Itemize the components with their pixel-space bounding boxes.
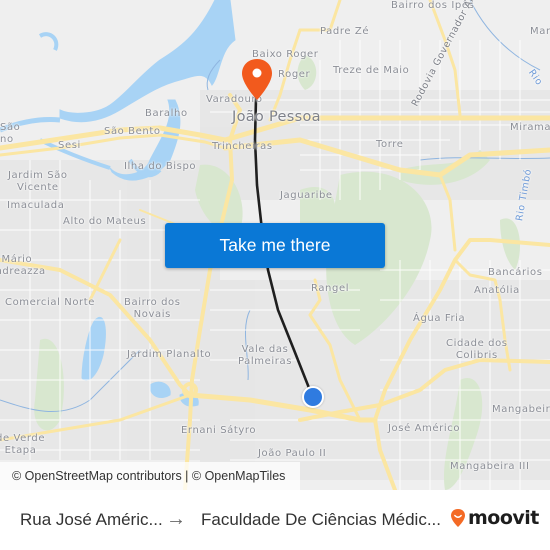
map-label-roger: Roger (278, 69, 311, 80)
map-label-mangabeira-iii: Mangabeira III (450, 461, 530, 472)
map-label-torre: Torre (376, 139, 404, 150)
map-label-joao-pessoa: João Pessoa (232, 109, 321, 125)
map-label-joao-paulo-ii: João Paulo II (258, 448, 327, 459)
map-label-bairro-dos-novais: Bairro dos Novais (124, 297, 181, 320)
map-label-padre-ze: Padre Zé (320, 26, 370, 37)
moovit-logo[interactable]: moovit (450, 507, 539, 529)
map-label-imaculada: Imaculada (7, 200, 65, 211)
route-footer: Rua José Améric... → Faculdade De Ciênci… (0, 490, 550, 550)
map-label-mar: Mar (530, 26, 550, 37)
destination-pin[interactable] (240, 58, 274, 102)
map-label-agua-fria: Água Fria (413, 313, 466, 324)
map-label-sesi: Sesi (58, 140, 81, 151)
map-label-bancarios: Bancários (488, 267, 543, 278)
map-label-comercial-norte: Comercial Norte (5, 297, 96, 308)
map-label-vale-das-palmeiras: Vale das Palmeiras (238, 344, 293, 367)
map-label-mangabeira: Mangabeira (492, 404, 550, 415)
map-label-treze-de-maio: Treze de Maio (333, 65, 410, 76)
arrow-right-icon: → (166, 508, 186, 530)
origin-stop-name: Rua José Améric... (20, 510, 163, 529)
map-attribution[interactable]: © OpenStreetMap contributors | © OpenMap… (0, 462, 300, 490)
map-label-jardim-sao-vicente: Jardim São Vicente (8, 170, 68, 193)
map-label-sao-no: São no (0, 122, 21, 145)
map-label-baralho: Baralho (145, 108, 188, 119)
map-canvas[interactable]: João Pessoa Bairro dos Ipês Padre Zé Bai… (0, 0, 550, 490)
map-label-jaguaribe: Jaguaribe (280, 190, 333, 201)
map-label-alto-do-mateus: Alto do Mateus (63, 216, 147, 227)
take-me-there-button[interactable]: Take me there (165, 223, 385, 268)
map-label-cidade-dos-colibris: Cidade dos Colibris (446, 338, 508, 361)
moovit-wordmark: moovit (468, 507, 539, 529)
map-label-ernani-satyro: Ernani Sátyro (181, 425, 257, 436)
moovit-pin-icon (451, 509, 465, 527)
origin-location-dot[interactable] (302, 386, 324, 408)
map-pin-icon (242, 59, 272, 100)
map-label-miramar: Miramar (510, 122, 550, 133)
map-label-rangel: Rangel (311, 283, 350, 294)
map-label-sao-bento: São Bento (104, 126, 161, 137)
map-label-jardim-planalto: Jardim Planalto (127, 349, 212, 360)
map-label-verde-etapa: de Verde Etapa (0, 433, 46, 456)
map-label-ilha-do-bispo: Ilha do Bispo (124, 161, 197, 172)
map-label-jose-americo: José Américo (388, 423, 461, 434)
map-label-anatolia: Anatólia (474, 285, 520, 296)
map-label-trincheiras: Trincheiras (212, 141, 273, 152)
destination-stop-name: Faculdade De Ciências Médic... (201, 510, 442, 529)
map-label-mario-andreazza: Mário Andreazza (0, 254, 46, 277)
